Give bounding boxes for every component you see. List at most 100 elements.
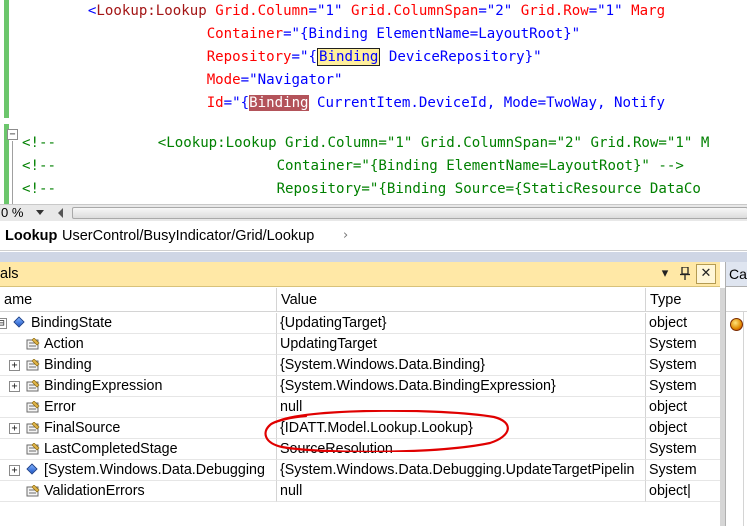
code-token: 2 — [495, 3, 504, 19]
collapse-icon[interactable]: ⊟ — [0, 318, 7, 329]
property-icon — [26, 359, 40, 371]
code-line[interactable]: <Lookup:Lookup Grid.Column="1" Grid.Colu… — [20, 0, 665, 23]
code-line[interactable]: Repository="{Binding DeviceRepository}" — [20, 46, 542, 69]
name-cell[interactable]: Action — [0, 334, 277, 355]
matched-keyword-highlight: Binding — [317, 48, 381, 66]
code-token: Id — [206, 95, 224, 111]
expand-icon[interactable]: + — [9, 381, 20, 392]
code-token: =" — [478, 3, 496, 19]
expand-icon[interactable]: + — [9, 360, 20, 371]
code-line[interactable]: Mode="Navigator" — [20, 69, 343, 92]
locals-row[interactable]: + [System.Windows.Data.Debugging {System.W… — [0, 460, 720, 481]
code-line[interactable]: <!-- Container="{Binding ElementName=Lay… — [22, 155, 684, 178]
code-token: Repository="{Binding Source={StaticResou… — [55, 181, 701, 197]
property-icon — [26, 338, 40, 350]
variable-name: ValidationErrors — [44, 483, 145, 499]
property-icon — [26, 443, 40, 455]
name-cell[interactable]: + BindingExpression — [0, 376, 277, 397]
value-cell[interactable]: null — [277, 397, 646, 418]
name-cell[interactable]: + FinalSource — [0, 418, 277, 439]
code-token: Container — [206, 26, 284, 42]
zoom-dropdown-arrow-icon[interactable] — [36, 210, 44, 215]
code-token: Grid.Row — [520, 3, 589, 19]
name-cell[interactable]: ValidationErrors — [0, 481, 277, 502]
expand-icon[interactable]: + — [9, 465, 20, 476]
pin-icon[interactable] — [676, 265, 694, 283]
close-icon[interactable]: ✕ — [696, 264, 716, 284]
call-stack-column-header — [726, 288, 747, 312]
code-line[interactable]: <!-- Repository="{Binding Source={Static… — [22, 178, 701, 201]
code-token: =" — [308, 3, 326, 19]
breadcrumb-element[interactable]: Lookup — [5, 227, 57, 245]
locals-row[interactable]: ValidationErrors null object| — [0, 481, 720, 502]
type-cell: System — [646, 376, 720, 397]
name-cell[interactable]: LastCompletedStage — [0, 439, 277, 460]
call-stack-column-separator — [743, 312, 744, 526]
locals-row[interactable]: + BindingExpression {System.Windows.Data.B… — [0, 376, 720, 397]
value-cell[interactable]: {System.Windows.Data.Binding} — [277, 355, 646, 376]
name-cell[interactable]: ⊟ BindingState — [0, 313, 277, 334]
horizontal-scrollbar-thumb[interactable] — [72, 207, 747, 219]
name-cell[interactable]: Error — [0, 397, 277, 418]
property-icon — [26, 401, 40, 413]
code-line[interactable]: Id="{Binding CurrentItem.DeviceId, Mode=… — [20, 92, 665, 115]
locals-grid[interactable]: ame Value Type ⊟ BindingState {UpdatingTar… — [0, 288, 720, 526]
outline-guide-line — [12, 141, 13, 204]
code-token: Container="{Binding ElementName=LayoutRo… — [55, 158, 684, 174]
locals-row[interactable]: Action UpdatingTarget System — [0, 334, 720, 355]
collapse-outline-icon[interactable]: − — [7, 129, 18, 140]
value-cell[interactable]: {System.Windows.Data.BindingExpression} — [277, 376, 646, 397]
value-cell[interactable]: {IDATT.Model.Lookup.Lookup} — [277, 418, 646, 439]
value-cell[interactable]: UpdatingTarget — [277, 334, 646, 355]
locals-row[interactable]: + FinalSource {IDATT.Model.Lookup.Lookup} o… — [0, 418, 720, 439]
locals-row[interactable]: + Binding {System.Windows.Data.Binding} Sys… — [0, 355, 720, 376]
breadcrumb-chevron-icon[interactable]: › — [343, 227, 348, 245]
name-cell[interactable]: + Binding — [0, 355, 277, 376]
variable-name: BindingState — [31, 315, 113, 331]
column-header-type[interactable]: Type — [646, 288, 720, 312]
call-stack-panel[interactable]: Ca — [725, 262, 747, 526]
locals-row[interactable]: LastCompletedStage SourceResolution System — [0, 439, 720, 460]
expand-icon[interactable]: + — [9, 423, 20, 434]
field-icon — [13, 316, 25, 328]
code-token: " — [571, 26, 581, 42]
type-cell: System — [646, 439, 720, 460]
locals-panel-header[interactable]: als ▾ ✕ — [0, 262, 720, 287]
column-header-value[interactable]: Value — [277, 288, 646, 312]
value-cell[interactable]: {UpdatingTarget} — [277, 313, 646, 334]
code-editor[interactable]: − <Lookup:Lookup Grid.Column="1" Grid.Co… — [0, 0, 747, 204]
call-stack-panel-title[interactable]: Ca — [726, 262, 747, 287]
code-token: =" — [588, 3, 606, 19]
locals-row[interactable]: ⊟ BindingState {UpdatingTarget}object — [0, 313, 720, 334]
window-position-dropdown-icon[interactable]: ▾ — [656, 265, 674, 283]
breadcrumb-path[interactable]: UserControl/BusyIndicator/Grid/Lookup — [62, 227, 314, 245]
value-cell[interactable]: {System.Windows.Data.Debugging.UpdateTar… — [277, 460, 646, 481]
value-cell[interactable]: SourceResolution — [277, 439, 646, 460]
variable-name: [System.Windows.Data.Debugging — [44, 462, 265, 478]
type-cell: System — [646, 334, 720, 355]
code-token: Grid.ColumnSpan — [351, 3, 479, 19]
code-token: <!-- — [22, 181, 56, 197]
type-cell: System — [646, 460, 720, 481]
property-icon — [26, 422, 40, 434]
variable-name: LastCompletedStage — [44, 441, 178, 457]
value-cell[interactable]: null — [277, 481, 646, 502]
code-line[interactable]: Container="{Binding ElementName=LayoutRo… — [20, 23, 580, 46]
code-token: CurrentItem.DeviceId, Mode=TwoWay, Notif… — [308, 95, 665, 111]
code-line[interactable]: <!-- <Lookup:Lookup Grid.Column="1" Grid… — [22, 132, 709, 155]
locals-row[interactable]: Error null object — [0, 397, 720, 418]
scroll-left-arrow-icon[interactable] — [58, 208, 63, 218]
name-cell[interactable]: + [System.Windows.Data.Debugging — [0, 460, 277, 481]
code-token: 1 — [605, 3, 615, 19]
code-token: <!-- — [22, 135, 56, 151]
column-header-name[interactable]: ame — [0, 288, 277, 312]
current-binding-highlight: Binding — [249, 95, 309, 111]
current-frame-icon — [730, 318, 743, 331]
code-token: ="{ — [223, 95, 250, 111]
